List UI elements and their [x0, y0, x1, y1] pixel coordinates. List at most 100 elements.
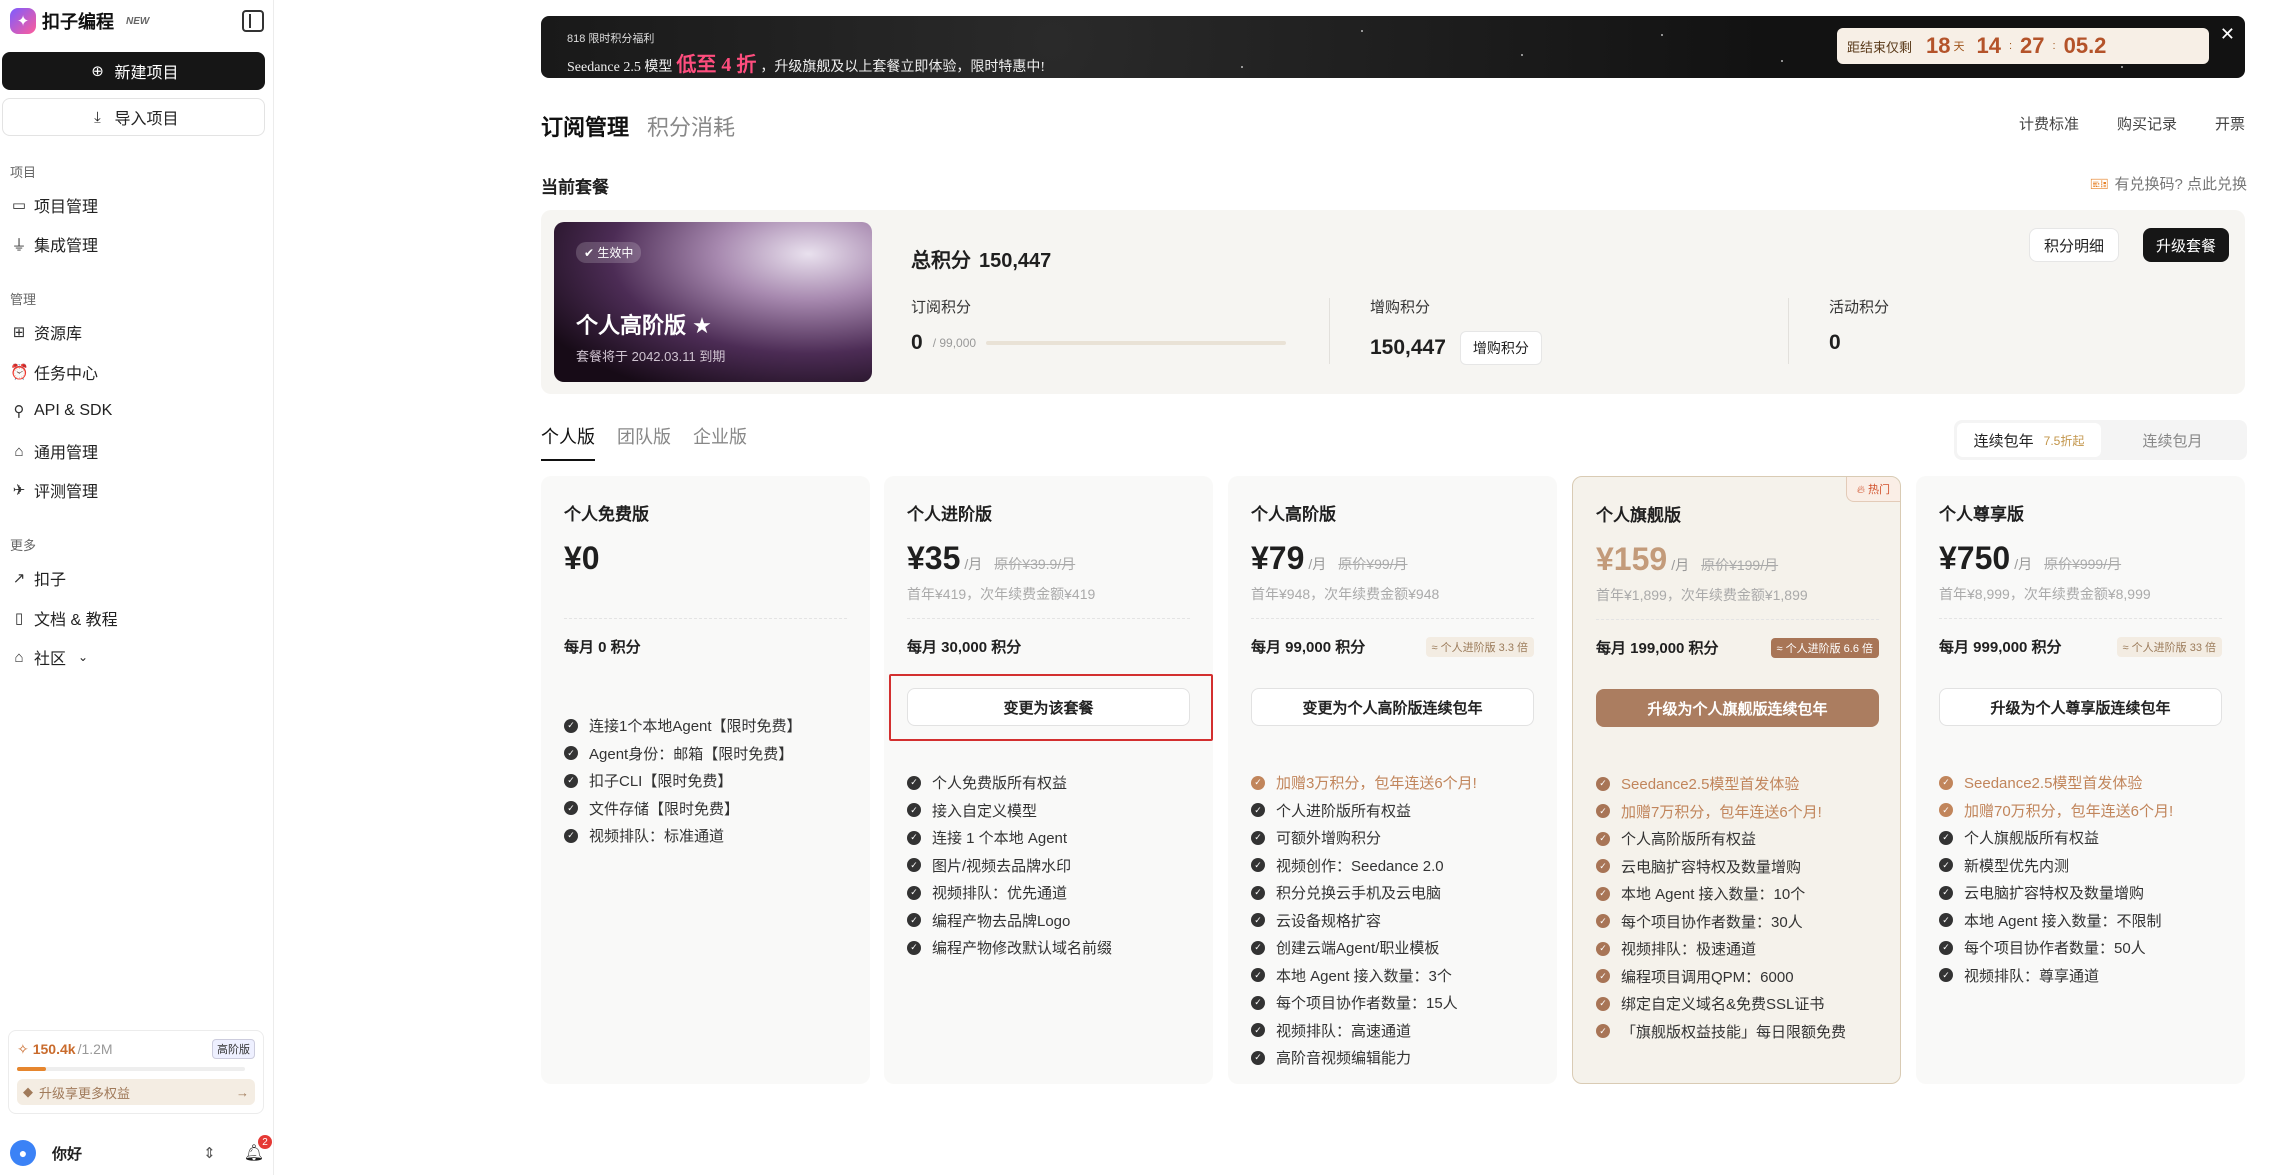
- monthly-credits: 每月 199,000 积分 ≈ 个人进阶版 6.6 倍: [1596, 637, 1879, 658]
- feature-item: ✓ 高阶音视频编辑能力: [1251, 1044, 1477, 1072]
- new-project-button[interactable]: ⊕ 新建项目: [2, 52, 265, 90]
- upgrade-tip[interactable]: ◆ 升级享更多权益 →: [17, 1079, 255, 1105]
- multiplier-tag: ≈ 个人进阶版 6.6 倍: [1770, 637, 1879, 658]
- feature-item: ✓ 每个项目协作者数量：50人: [1939, 934, 2173, 962]
- close-icon[interactable]: ✕: [2220, 24, 2235, 45]
- feature-item: ✓ 视频排队：尊享通道: [1939, 962, 2173, 990]
- sidebar-item-label: 扣子: [34, 572, 67, 589]
- check-icon: ✓: [564, 773, 578, 788]
- sidebar-item-label: 集成管理: [34, 238, 99, 255]
- sidebar-item-resources[interactable]: ⊞ 资源库: [10, 317, 264, 347]
- brand-logo-icon[interactable]: ✦: [10, 8, 36, 34]
- subscription-credits-label: 订阅积分: [911, 299, 972, 316]
- tab-team[interactable]: 团队版: [617, 423, 671, 461]
- avatar[interactable]: ●: [10, 1140, 36, 1166]
- countdown-hours: 14: [1976, 33, 2001, 58]
- sidebar-item-evaluation[interactable]: ✈ 评测管理: [10, 475, 264, 505]
- feature-item: ✓ 视频排队：极速通道: [1596, 935, 1846, 963]
- main-tabs: 订阅管理 积分消耗: [541, 110, 735, 142]
- check-icon: ✓: [1596, 831, 1610, 846]
- divider: [907, 618, 1190, 619]
- sidebar-item-integration[interactable]: ⏚ 集成管理: [10, 229, 264, 259]
- plan-price: ¥35: [907, 540, 961, 576]
- promo-banner[interactable]: 818 限时积分福利 Seedance 2.5 模型 低至 4 折，升级旗舰及以上…: [541, 16, 2245, 78]
- tab-enterprise[interactable]: 企业版: [693, 423, 747, 461]
- sidebar-toggle-icon[interactable]: [242, 10, 264, 32]
- sidebar-item-docs[interactable]: ▯ 文档 & 教程: [10, 603, 264, 633]
- sidebar-item-tasks[interactable]: ⏰ 任务中心: [10, 357, 264, 387]
- upgrade-plan-button[interactable]: 升级套餐: [2142, 228, 2229, 262]
- monthly-credits-label: 每月 999,000 积分: [1939, 639, 2062, 656]
- plan-action-button[interactable]: 变更为该套餐: [907, 688, 1190, 726]
- diamond-icon: ◆: [23, 1084, 33, 1099]
- feature-item: ✓ 连接 1 个本地 Agent: [907, 824, 1112, 852]
- sidebar-item-label: 评测管理: [34, 484, 99, 501]
- feature-label: Agent身份：邮箱【限时免费】: [589, 745, 794, 763]
- feature-label: 每个项目协作者数量：15人: [1276, 995, 1458, 1013]
- banner-post: ，升级旗舰及以上套餐立即体验，限时特惠中!: [760, 60, 1046, 75]
- check-icon: ✓: [1596, 776, 1610, 791]
- check-icon: ✓: [1596, 859, 1610, 874]
- feature-item: ✓ 视频排队：优先通道: [907, 879, 1112, 907]
- plan-name: 个人进阶版: [907, 505, 992, 524]
- check-icon: ✓: [907, 803, 921, 818]
- user-row[interactable]: ● 你好 ⇕ 🔔︎ 2: [10, 1135, 272, 1168]
- check-icon: ✓: [1596, 996, 1610, 1011]
- feature-label: 连接1个本地Agent【限时免费】: [589, 718, 802, 736]
- sidebar-item-coze[interactable]: ↗ 扣子: [10, 563, 264, 593]
- extra-credits-value: 150,447: [1370, 336, 1446, 359]
- feature-label: 加赠7万积分，包年连送6个月!: [1621, 803, 1822, 821]
- countdown-label: 距结束仅剩: [1847, 39, 1913, 55]
- buy-credits-button[interactable]: 增购积分: [1459, 331, 1542, 365]
- link-invoice[interactable]: 开票: [2215, 113, 2245, 134]
- community-icon: ⌂: [14, 648, 24, 666]
- feature-item: ✓ 编程产物修改默认域名前缀: [907, 934, 1112, 962]
- sidebar-item-project-manage[interactable]: ▭ 项目管理: [10, 190, 264, 220]
- top-links: 计费标准 购买记录 开票: [1981, 113, 2245, 134]
- feature-list: ✓ 连接1个本地Agent【限时免费】 ✓ Agent身份：邮箱【限时免费】 ✓ 扣子CL…: [564, 712, 802, 850]
- chevron-down-icon: ⌄: [78, 650, 89, 664]
- tab-personal[interactable]: 个人版: [541, 423, 595, 461]
- link-pricing[interactable]: 计费标准: [2019, 113, 2079, 134]
- plan-action-button[interactable]: 变更为个人高阶版连续包年: [1251, 688, 1534, 726]
- feature-label: 云设备规格扩容: [1276, 912, 1382, 930]
- plan-price: ¥159: [1596, 541, 1668, 577]
- feature-label: 编程产物去品牌Logo: [932, 912, 1071, 930]
- app-root: ✦ 扣子编程 NEW ⊕ 新建项目 ⤓ 导入项目 项目 ▭ 项目管理 ⏚ 集成管…: [0, 0, 2283, 1175]
- price-period: /月: [1671, 557, 1690, 573]
- sidebar-item-general[interactable]: ⌂ 通用管理: [10, 436, 264, 466]
- usage-top: ✧ 150.4k /1.2M 高阶版: [17, 1039, 255, 1059]
- check-icon: ✓: [1251, 885, 1265, 900]
- sidebar-item-api-sdk[interactable]: ⚲ API & SDK: [10, 396, 264, 426]
- link-purchase-history[interactable]: 购买记录: [2117, 113, 2177, 134]
- plan-action-button[interactable]: 升级为个人尊享版连续包年: [1939, 688, 2222, 726]
- tab-subscription[interactable]: 订阅管理: [541, 110, 629, 142]
- check-icon: ✓: [564, 718, 578, 733]
- billing-yearly[interactable]: 连续包年 7.5折起: [1957, 423, 2101, 457]
- price-row: ¥35 /月 原价¥39.9/月: [907, 540, 1075, 577]
- switch-icon[interactable]: ⇕: [203, 1144, 216, 1162]
- bell-icon[interactable]: 🔔︎ 2: [244, 1135, 272, 1163]
- feature-label: 接入自定义模型: [932, 802, 1038, 820]
- redeem-link[interactable]: 🎫︎ 有兑换码? 点此兑换: [2089, 173, 2247, 194]
- feature-item: ✓ 视频排队：高速通道: [1251, 1017, 1477, 1045]
- tab-credits-usage[interactable]: 积分消耗: [647, 110, 735, 142]
- credits-detail-button[interactable]: 积分明细: [2028, 228, 2119, 262]
- check-icon: ✓: [907, 858, 921, 873]
- check-icon: ✓: [1251, 940, 1265, 955]
- sidebar-item-community[interactable]: ⌂ 社区 ⌄: [10, 642, 264, 672]
- alarm-icon: ⏰: [10, 364, 29, 381]
- check-icon: ✓: [1939, 858, 1953, 873]
- plan-action-button[interactable]: 升级为个人旗舰版连续包年: [1596, 689, 1879, 727]
- check-icon: ✓: [907, 775, 921, 790]
- banner-highlight: 低至 4 折: [676, 54, 757, 76]
- feature-item: ✓ Agent身份：邮箱【限时免费】: [564, 740, 802, 768]
- total-credits-label: 总积分: [911, 250, 971, 272]
- import-project-button[interactable]: ⤓ 导入项目: [2, 98, 265, 136]
- feature-label: 绑定自定义域名&免费SSL证书: [1621, 996, 1825, 1014]
- usage-card[interactable]: ✧ 150.4k /1.2M 高阶版 ◆ 升级享更多权益 →: [8, 1030, 264, 1114]
- feature-label: 「旗舰版权益技能」每日限额免费: [1621, 1023, 1847, 1041]
- first-year-price: 首年¥8,999，次年续费金额¥8,999: [1939, 586, 2151, 602]
- check-icon: ✓: [907, 830, 921, 845]
- billing-monthly[interactable]: 连续包月: [2101, 430, 2244, 451]
